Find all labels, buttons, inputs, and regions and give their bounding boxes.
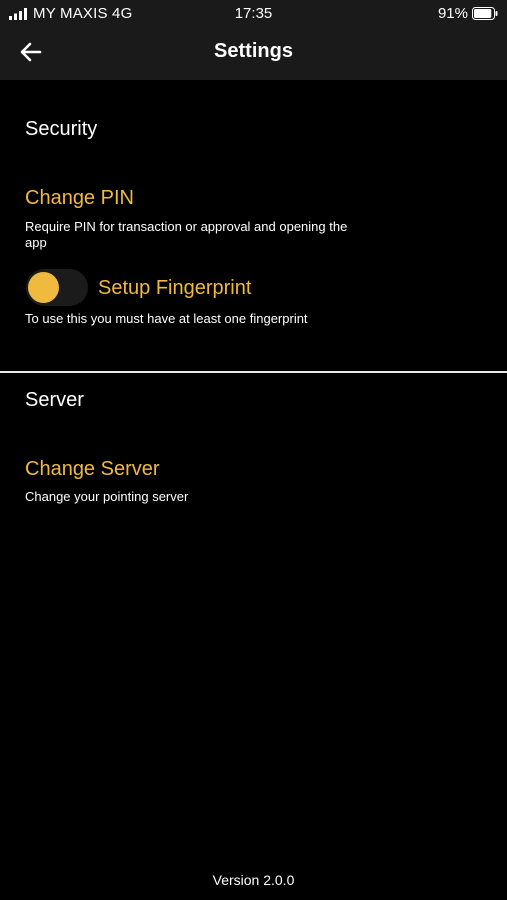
toggle-knob [28, 272, 59, 303]
page-title: Settings [214, 40, 293, 62]
section-title-security: Security [25, 118, 98, 140]
change-pin-description: Require PIN for transaction or approval … [25, 219, 348, 250]
setup-fingerprint-label[interactable]: Setup Fingerprint [98, 277, 251, 300]
section-title-server: Server [25, 389, 84, 411]
app-bar: Settings [0, 26, 507, 80]
battery-icon [472, 7, 498, 20]
change-pin-button[interactable]: Change PIN [25, 187, 134, 210]
version-label: Version 2.0.0 [212, 872, 295, 888]
fingerprint-description: To use this you must have at least one f… [25, 311, 308, 326]
section-divider [0, 371, 507, 373]
change-server-description: Change your pointing server [25, 489, 189, 504]
fingerprint-toggle[interactable] [26, 269, 88, 306]
change-server-button[interactable]: Change Server [25, 458, 160, 481]
status-time: 17:35 [234, 5, 273, 22]
status-bar: MY MAXIS 4G 17:35 91% [0, 0, 507, 26]
battery-percentage: 91% [437, 5, 468, 22]
